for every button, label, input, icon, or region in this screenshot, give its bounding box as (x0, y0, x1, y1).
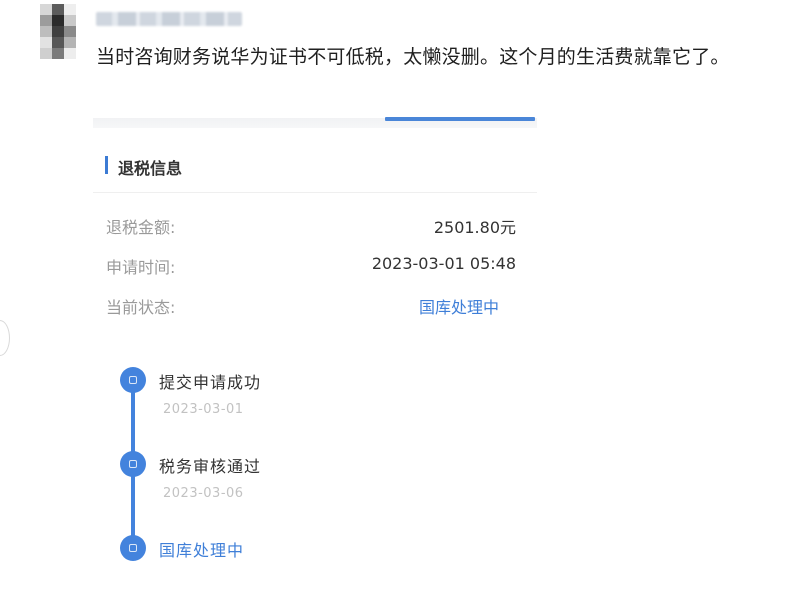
tax-refund-screenshot: 退税信息 退税金额: 2501.80元 申请时间: 2023-03-01 05:… (93, 110, 537, 570)
timeline-node-3 (120, 535, 146, 561)
timeline-dot-icon (129, 544, 137, 552)
timeline-dot-icon (129, 376, 137, 384)
apply-time-value: 2023-03-01 05:48 (371, 254, 516, 273)
timeline-step-3-title: 国库处理中 (159, 541, 245, 560)
section-header: 退税信息 (93, 150, 537, 193)
timeline-step-2-date: 2023-03-06 (163, 486, 244, 501)
section-title: 退税信息 (118, 159, 183, 178)
tab-indicator (385, 117, 535, 121)
timeline-step-2-title: 税务审核通过 (159, 457, 262, 476)
side-handle (0, 320, 10, 356)
apply-time-row: 申请时间: 2023-03-01 05:48 (93, 254, 537, 278)
timeline-node-2 (120, 451, 146, 477)
section-accent-bar (105, 156, 108, 174)
username-redacted (96, 12, 242, 26)
avatar[interactable] (40, 4, 76, 60)
post-text: 当时咨询财务说华为证书不可低税，太懒没删。这个月的生活费就靠它了。 (96, 46, 730, 68)
refund-amount-row: 退税金额: 2501.80元 (93, 214, 537, 238)
refund-amount-value: 2501.80元 (433, 218, 516, 237)
timeline-node-1 (120, 367, 146, 393)
timeline-step-1-date: 2023-03-01 (163, 402, 244, 417)
status-label: 当前状态: (106, 298, 176, 317)
status-value: 国库处理中 (418, 298, 499, 317)
timeline-step-1-title: 提交申请成功 (159, 373, 262, 392)
timeline-dot-icon (129, 460, 137, 468)
apply-time-label: 申请时间: (106, 258, 176, 277)
status-row: 当前状态: 国库处理中 (93, 294, 537, 318)
refund-amount-label: 退税金额: (106, 218, 176, 237)
